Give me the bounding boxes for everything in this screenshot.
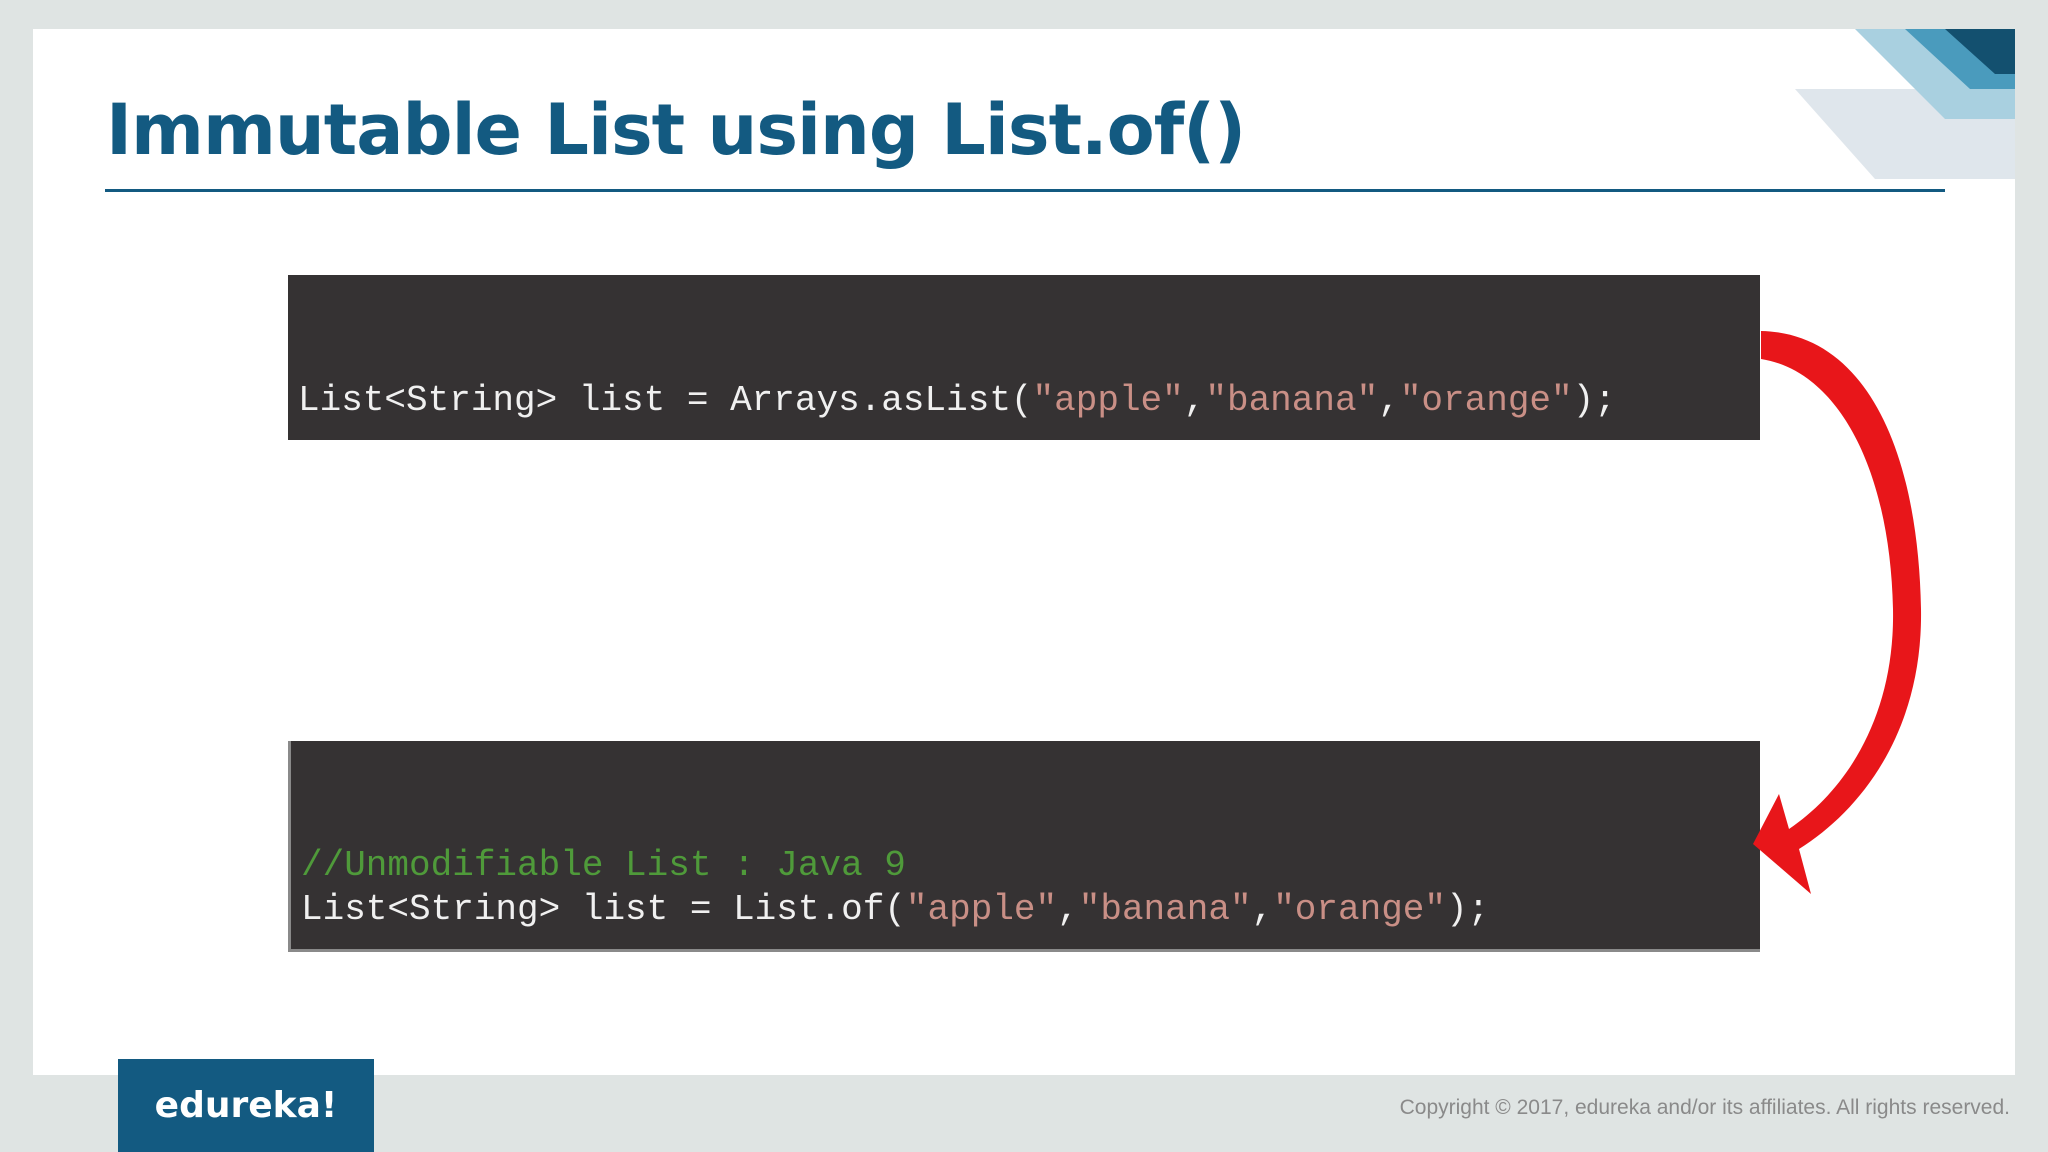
code-string: "banana" <box>1205 380 1379 421</box>
code-line: List<String> list = List.of("apple","ban… <box>301 888 1489 932</box>
code-string: "banana" <box>1078 889 1252 930</box>
code-text: , <box>1251 889 1274 930</box>
corner-decoration-icon <box>1795 29 2015 179</box>
code-text: , <box>1378 380 1400 421</box>
code-text: List<String> list = Arrays.asList( <box>298 380 1033 421</box>
code-text: , <box>1057 889 1079 930</box>
slide: Immutable List using List.of() List<Stri… <box>33 29 2015 1075</box>
code-string: "apple" <box>1032 380 1184 421</box>
code-block-list-of: //Unmodifiable List : Java 9 List<String… <box>288 741 1760 952</box>
code-text: ); <box>1446 889 1490 930</box>
curved-arrow-icon <box>1753 331 1922 894</box>
code-comment: //Unmodifiable List : Java 9 <box>301 845 906 886</box>
logo-text: edureka! <box>154 1085 338 1126</box>
code-text: ); <box>1572 380 1616 421</box>
code-block-arrays-aslist: List<String> list = Arrays.asList("apple… <box>288 275 1760 440</box>
code-text: , <box>1183 380 1206 421</box>
code-string: "orange" <box>1273 889 1447 930</box>
page-title: Immutable List using List.of() <box>106 89 1246 171</box>
title-divider <box>105 189 1945 192</box>
copyright-notice: Copyright © 2017, edureka and/or its aff… <box>1399 1096 2010 1119</box>
code-string: "orange" <box>1399 380 1573 421</box>
code-line: List<String> list = Arrays.asList("apple… <box>298 379 1616 423</box>
code-text: List<String> list = List.of( <box>301 889 906 930</box>
edureka-logo: edureka! <box>118 1059 374 1152</box>
code-string: "apple" <box>905 889 1058 930</box>
